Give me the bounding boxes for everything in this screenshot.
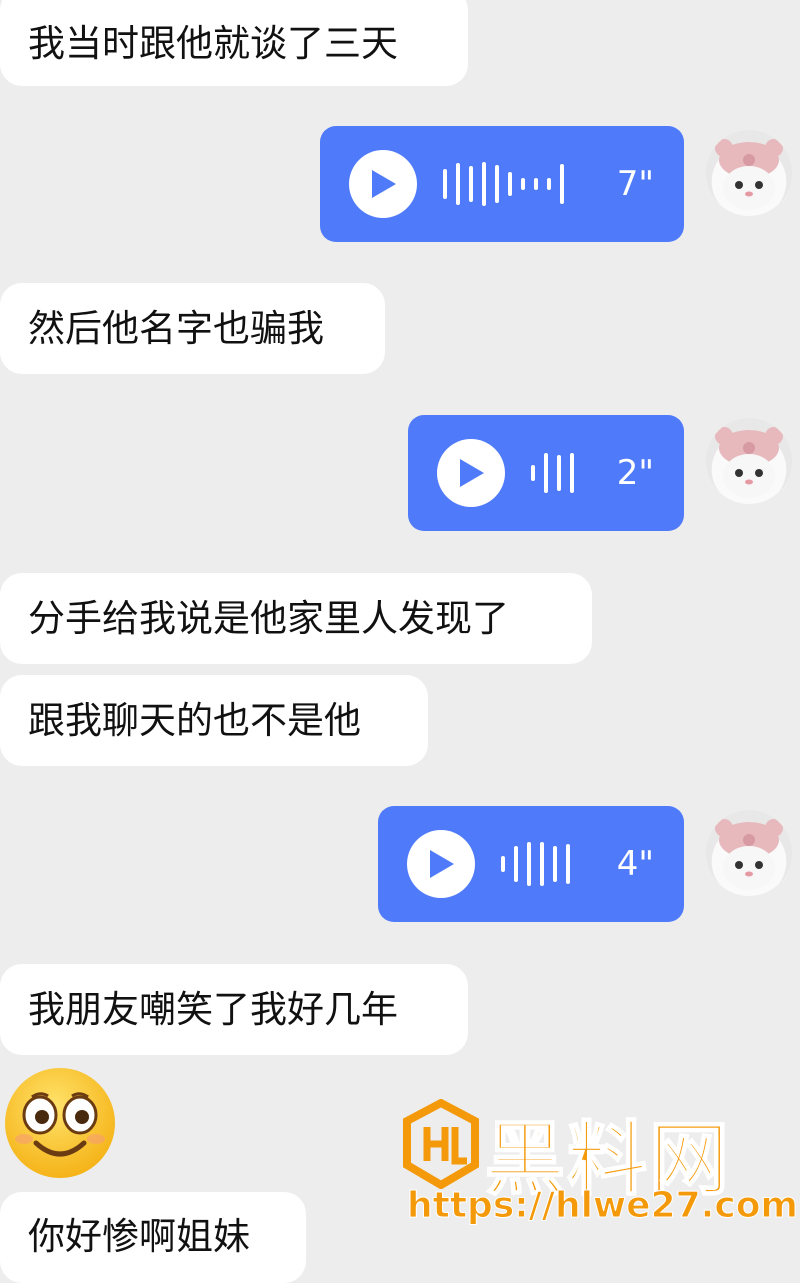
voice-waveform: [443, 161, 564, 207]
incoming-message[interactable]: 然后他名字也骗我: [0, 283, 385, 374]
message-text: 我当时跟他就谈了三天: [28, 21, 398, 65]
play-icon[interactable]: [437, 439, 505, 507]
watermark-logo-icon: [403, 1099, 479, 1189]
incoming-message[interactable]: 分手给我说是他家里人发现了: [0, 573, 592, 664]
voice-duration: 2": [616, 453, 654, 493]
message-text: 我朋友嘲笑了我好几年: [28, 988, 398, 1031]
watermark-url: https://hlwe27.com: [407, 1185, 799, 1227]
outgoing-voice-message[interactable]: 4": [378, 806, 684, 922]
outgoing-voice-message[interactable]: 2": [408, 415, 684, 531]
watermark: 黑料网 https://hlwe27.com: [395, 1095, 799, 1235]
voice-waveform: [501, 841, 570, 887]
message-text: 你好惨啊姐妹: [28, 1215, 250, 1258]
incoming-message[interactable]: 你好惨啊姐妹: [0, 1192, 306, 1283]
user-avatar[interactable]: [706, 130, 792, 216]
outgoing-voice-message[interactable]: 7": [320, 126, 684, 242]
voice-waveform: [531, 450, 574, 496]
play-icon[interactable]: [407, 830, 475, 898]
incoming-message[interactable]: 跟我聊天的也不是他: [0, 675, 428, 766]
user-avatar[interactable]: [706, 810, 792, 896]
voice-duration: 7": [616, 164, 654, 204]
message-text: 分手给我说是他家里人发现了: [28, 597, 509, 640]
play-icon[interactable]: [349, 150, 417, 218]
message-text: 然后他名字也骗我: [28, 307, 324, 350]
user-avatar[interactable]: [706, 418, 792, 504]
incoming-message[interactable]: 我朋友嘲笑了我好几年: [0, 964, 468, 1055]
incoming-message[interactable]: 我当时跟他就谈了三天: [0, 0, 468, 86]
voice-duration: 4": [616, 844, 654, 884]
message-text: 跟我聊天的也不是他: [28, 699, 361, 742]
smiling-face-emoji-icon[interactable]: [2, 1065, 118, 1181]
